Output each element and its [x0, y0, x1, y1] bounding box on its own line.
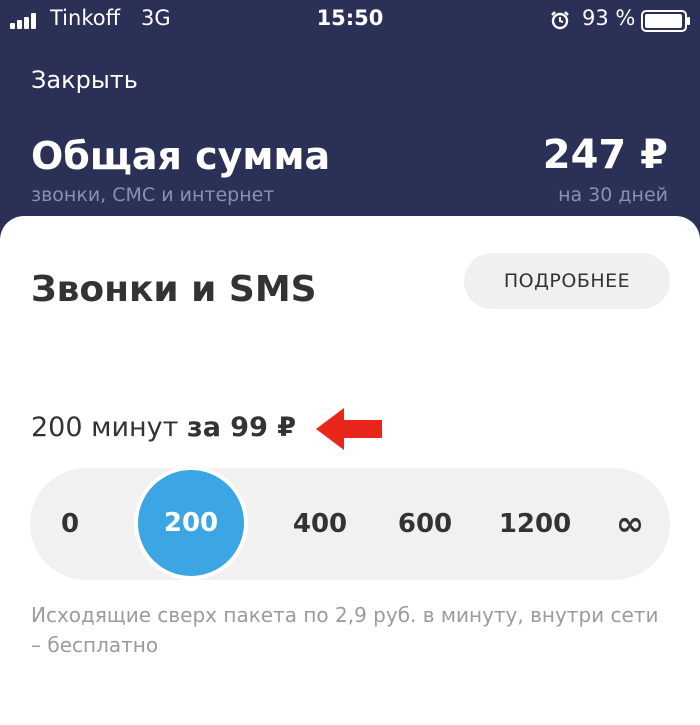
option-0[interactable]: 0 — [50, 468, 90, 580]
section-title: Звонки и SMS — [31, 269, 317, 310]
option-200-selected[interactable]: 200 — [134, 466, 248, 580]
total-title: Общая сумма — [31, 134, 331, 178]
battery-percent: 93 % — [582, 6, 636, 30]
total-amount: 247 ₽ — [542, 132, 668, 178]
details-button[interactable]: ПОДРОБНЕЕ — [464, 253, 670, 309]
minutes-selector: 0 200 400 600 1200 ∞ — [30, 466, 670, 580]
package-minutes: 200 минут — [31, 412, 179, 443]
package-price: за 99 ₽ — [187, 412, 297, 443]
option-unlimited[interactable]: ∞ — [602, 468, 658, 580]
red-arrow-icon — [316, 408, 382, 450]
tariff-note: Исходящие сверх пакета по 2,9 руб. в мин… — [31, 603, 659, 657]
total-period: на 30 дней — [558, 184, 668, 206]
calls-card: Звонки и SMS ПОДРОБНЕЕ 200 минут за 99 ₽… — [0, 216, 700, 725]
option-1200[interactable]: 1200 — [485, 468, 585, 580]
status-bar: Tinkoff 3G 15:50 93 % — [0, 0, 700, 44]
total-subtitle: звонки, СМС и интернет — [31, 184, 275, 206]
alarm-icon — [551, 11, 569, 30]
battery-icon — [641, 10, 690, 32]
option-400[interactable]: 400 — [280, 468, 360, 580]
package-summary: 200 минут за 99 ₽ — [31, 412, 296, 443]
option-600[interactable]: 600 — [385, 468, 465, 580]
close-button[interactable]: Закрыть — [31, 66, 138, 94]
